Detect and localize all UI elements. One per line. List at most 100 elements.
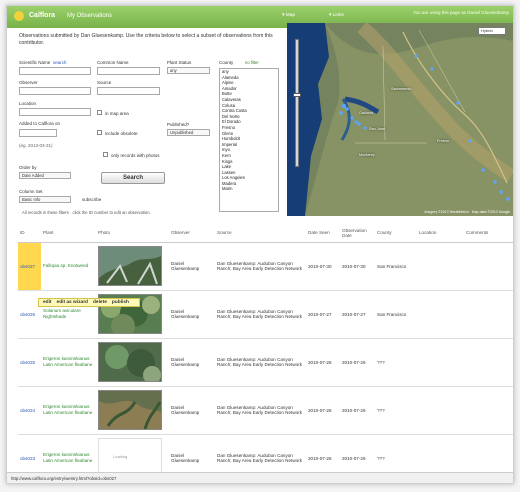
search-button[interactable]: Search	[101, 172, 165, 184]
edit-as-wizard-action[interactable]: edit as wizard	[57, 300, 88, 305]
subscribe-link[interactable]: subscribe	[82, 197, 101, 202]
photo-image	[99, 343, 161, 381]
date-example: (eg. 2013-03-31)	[19, 143, 53, 148]
table-row[interactable]: obs027 Fallopia sp. Knotweed Daniel Glue…	[18, 242, 513, 291]
plant-name-link[interactable]: Solanum aviculare Nightshade	[43, 308, 94, 320]
satellite-map-image	[287, 23, 513, 216]
column-header-observer[interactable]: Observer	[169, 224, 215, 243]
observation-photo[interactable]	[98, 246, 162, 286]
column-set-select[interactable]: Basic Info	[19, 196, 71, 203]
map-menu-link[interactable]: ▾ Map	[282, 13, 295, 18]
photos-only-checkbox[interactable]	[103, 152, 108, 157]
county-no-filter-link[interactable]: no filter	[245, 60, 259, 65]
edit-action[interactable]: edit	[43, 300, 52, 305]
column-header-location[interactable]: Location	[417, 224, 464, 243]
observation-id-link[interactable]: obs027	[20, 264, 35, 269]
map-place-label: Monterey	[359, 153, 375, 157]
observation-id-link[interactable]: obs026	[20, 312, 35, 317]
county-cell: ???	[375, 338, 417, 387]
publish-action[interactable]: publish	[112, 300, 129, 305]
plant-name-link[interactable]: Erigeron karvinskianus Latin American fl…	[43, 404, 94, 416]
source-cell: Dan Gluesenkamp: Audubon Canyon Ranch; B…	[215, 290, 306, 339]
map-place-label: San Jose	[369, 127, 385, 131]
comments-cell	[464, 242, 513, 291]
plant-status-select[interactable]: any	[167, 67, 210, 74]
column-header-date-seen[interactable]: Date Seen	[306, 224, 340, 243]
order-by-select[interactable]: Date Added	[19, 172, 71, 179]
photo-image	[99, 247, 161, 285]
observations-table: ID Plant Photo Observer Source Date Seen…	[18, 224, 513, 483]
observation-date-cell: 2010-07-26	[340, 338, 375, 387]
table-row[interactable]: obs024 Erigeron karvinskianus Latin Amer…	[18, 386, 513, 435]
common-name-label: Common Name	[97, 60, 129, 65]
observation-photo[interactable]	[98, 342, 162, 382]
county-cell: San Francisco	[375, 290, 417, 339]
observation-id-link[interactable]: obs023	[20, 456, 35, 461]
column-header-photo[interactable]: Photo	[96, 224, 169, 243]
date-seen-cell: 2010-07-26	[306, 338, 340, 387]
county-list[interactable]: any Alameda Alpine Amador Butte Calavera…	[219, 68, 279, 212]
scientific-name-search-link[interactable]: search	[53, 60, 67, 65]
observer-cell: Daniel Gluesenkamp	[169, 290, 215, 339]
common-name-input[interactable]	[97, 67, 160, 75]
published-select[interactable]: Unpublished	[167, 129, 210, 136]
column-header-plant[interactable]: Plant	[41, 224, 96, 243]
tab-my-observations[interactable]: My Observations	[67, 13, 112, 19]
column-header-source[interactable]: Source	[215, 224, 306, 243]
comments-cell	[464, 290, 513, 339]
source-cell: Dan Gluesenkamp: Audubon Canyon Ranch; B…	[215, 242, 306, 291]
plant-name-link[interactable]: Fallopia sp. Knotweed	[43, 263, 94, 269]
scientific-name-input[interactable]	[19, 67, 91, 75]
in-map-area-label: in map area	[105, 111, 129, 116]
plant-status-label: Plant Status	[167, 60, 192, 65]
observation-id-link[interactable]: obs024	[20, 408, 35, 413]
column-header-id[interactable]: ID	[18, 224, 41, 243]
comments-cell	[464, 338, 513, 387]
intro-text: Observations submitted by Dan Gluesenkam…	[19, 33, 273, 46]
column-header-county[interactable]: County	[375, 224, 417, 243]
include-obsolete-label: include obsolete	[105, 131, 138, 136]
observation-id-link[interactable]: obs025	[20, 360, 35, 365]
observation-photo[interactable]	[98, 390, 162, 430]
location-cell	[417, 290, 464, 339]
added-date-input[interactable]	[19, 129, 57, 137]
observation-date-cell: 2010-07-26	[340, 386, 375, 435]
table-row[interactable]: obs025 Erigeron karvinskianus Latin Amer…	[18, 338, 513, 387]
order-by-label: Order by	[19, 165, 37, 170]
observer-cell: Daniel Gluesenkamp	[169, 338, 215, 387]
location-label: Location	[19, 101, 37, 106]
in-map-area-checkbox[interactable]	[97, 110, 102, 115]
location-cell	[417, 338, 464, 387]
column-header-observation-date[interactable]: Observation Date	[340, 224, 375, 243]
row-action-menu[interactable]: edit edit as wizard delete publish	[38, 298, 140, 307]
source-cell: Dan Gluesenkamp: Audubon Canyon Ranch; B…	[215, 338, 306, 387]
table-header-row: ID Plant Photo Observer Source Date Seen…	[18, 224, 513, 243]
observer-cell: Daniel Gluesenkamp	[169, 242, 215, 291]
observer-cell: Daniel Gluesenkamp	[169, 386, 215, 435]
source-input[interactable]	[97, 87, 160, 95]
user-session-note: You are using this page as Daniel Gluese…	[413, 10, 509, 15]
status-bar: http://www.calflora.org/entry/wentry.htm…	[7, 472, 513, 483]
map-copyright: Imagery ©2013 TerraMetrics · Map data ©2…	[424, 210, 510, 214]
county-cell: San Francisco	[375, 242, 417, 291]
delete-action[interactable]: delete	[93, 300, 107, 305]
location-input[interactable]	[19, 108, 91, 116]
map-zoom-handle[interactable]	[293, 93, 301, 97]
map-place-label: Sacramento	[391, 87, 412, 91]
column-header-comments[interactable]: Comments	[464, 224, 513, 243]
brand-name[interactable]: Calflora	[29, 12, 55, 19]
include-obsolete-checkbox[interactable]	[97, 130, 102, 135]
map-type-select[interactable]: Hybrid	[478, 27, 506, 35]
map-place-label: Oakland	[359, 111, 374, 115]
observation-date-cell: 2010-07-30	[340, 242, 375, 291]
photo-loading-text: Loading	[113, 454, 128, 459]
observation-map[interactable]: Hybrid Sacramento Oakland San Jose Fresn…	[287, 23, 513, 216]
county-list-item[interactable]: Marin	[220, 186, 278, 192]
links-menu-link[interactable]: ▾ Links	[329, 13, 344, 18]
photos-only-label: only records with photos	[111, 153, 160, 158]
observer-input[interactable]	[19, 87, 91, 95]
plant-name-link[interactable]: Erigeron karvinskianus Latin American fl…	[43, 452, 94, 464]
source-label: Source	[97, 80, 112, 85]
plant-name-link[interactable]: Erigeron karvinskianus Latin American fl…	[43, 356, 94, 368]
map-zoom-slider[interactable]	[295, 39, 299, 167]
